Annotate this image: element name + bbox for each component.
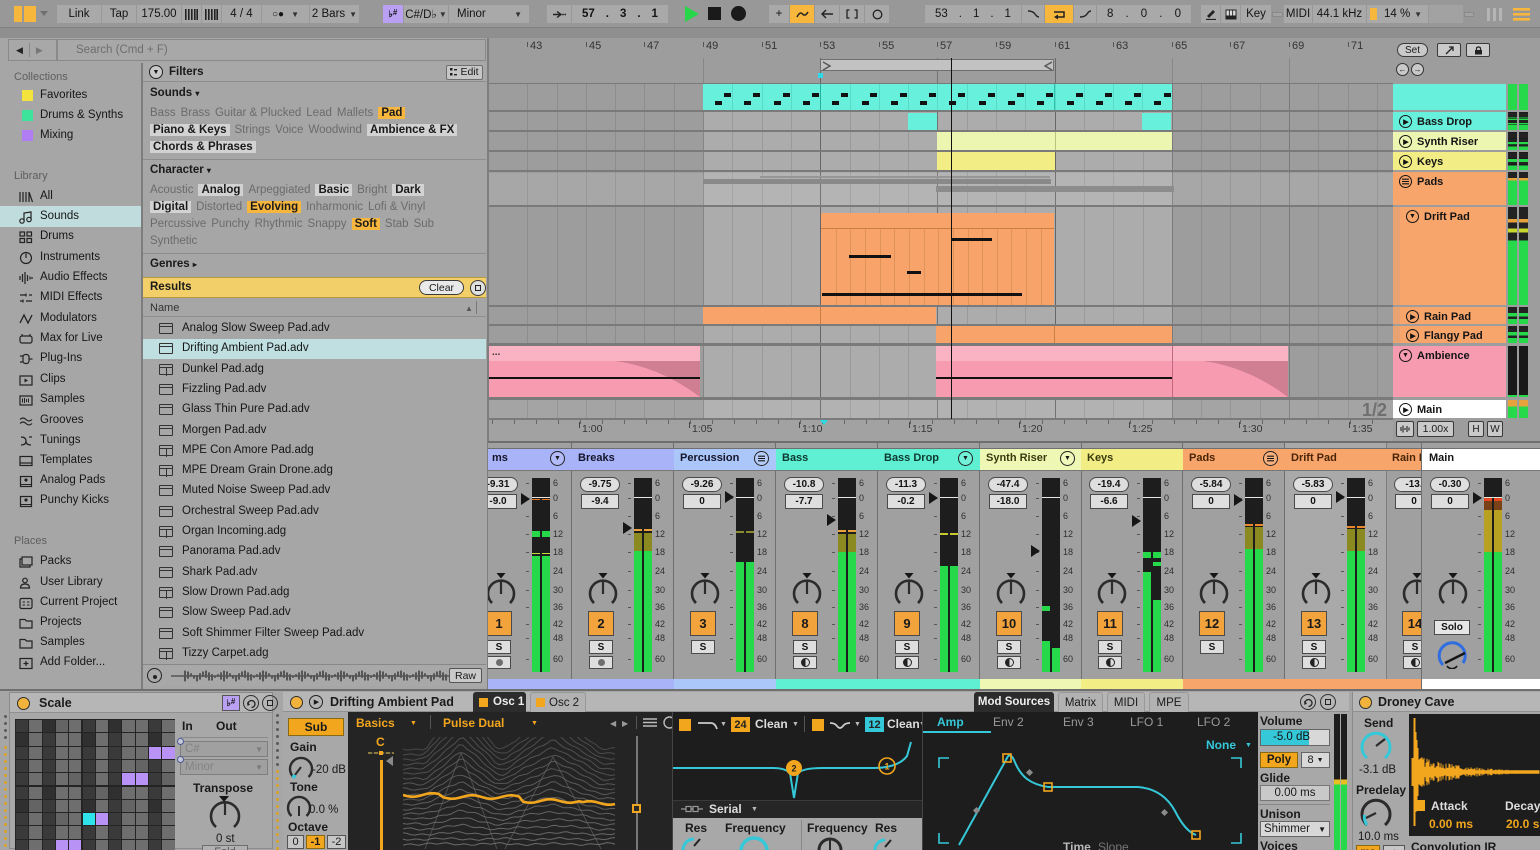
svg-text:20.0 s: 20.0 s xyxy=(1506,817,1540,831)
svg-text:1: 1 xyxy=(884,762,889,772)
svg-text:Attack: Attack xyxy=(1431,799,1468,813)
svg-text:0.00 ms: 0.00 ms xyxy=(1429,817,1473,831)
svg-text:2: 2 xyxy=(791,764,796,774)
svg-text:Decay: Decay xyxy=(1505,799,1540,813)
